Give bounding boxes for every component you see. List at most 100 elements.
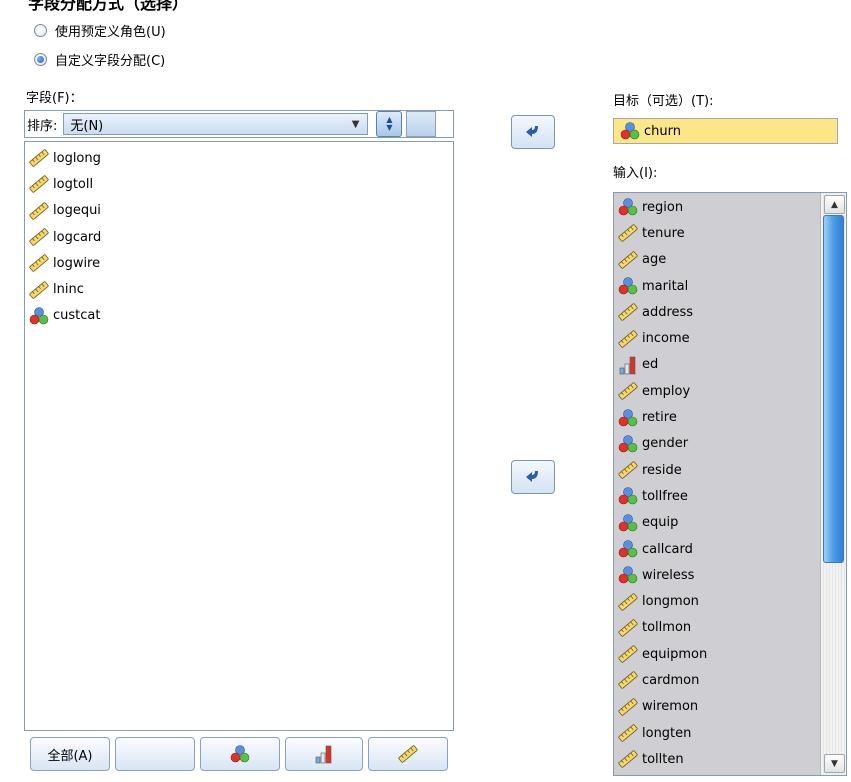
list-item[interactable]: tenure bbox=[614, 220, 846, 246]
fields-list[interactable]: loglong logtoll logequi logcard logwire lninc… bbox=[24, 141, 454, 731]
list-item[interactable]: logwire bbox=[25, 250, 453, 276]
list-item[interactable]: equipmon bbox=[614, 641, 846, 667]
field-name: gender bbox=[642, 436, 689, 452]
list-item[interactable]: income bbox=[614, 325, 846, 351]
scale-icon bbox=[29, 202, 49, 220]
move-to-target-button[interactable] bbox=[511, 115, 555, 149]
field-name: logcard bbox=[53, 229, 102, 245]
scale-icon bbox=[29, 228, 49, 246]
radio-selected-dot bbox=[37, 56, 44, 63]
list-item[interactable]: wiremon bbox=[614, 694, 846, 720]
ordinal-icon bbox=[315, 745, 332, 764]
nominal-icon bbox=[618, 408, 638, 426]
list-item[interactable]: tollfree bbox=[614, 483, 846, 509]
field-name: callcard bbox=[642, 541, 693, 557]
list-item[interactable]: equip bbox=[614, 510, 846, 536]
nominal-icon bbox=[618, 513, 638, 532]
list-item[interactable]: logequi bbox=[25, 198, 453, 224]
list-item[interactable]: callcard bbox=[614, 536, 846, 562]
scale-icon bbox=[398, 745, 418, 763]
field-name: wiremon bbox=[642, 699, 699, 715]
scale-icon bbox=[618, 224, 638, 243]
list-item[interactable]: lninc bbox=[25, 276, 453, 302]
move-to-inputs-button[interactable] bbox=[511, 460, 555, 494]
radio-label: 使用预定义角色(U) bbox=[55, 25, 166, 40]
scale-icon bbox=[618, 645, 638, 663]
fields-label: 字段(F)： bbox=[26, 91, 83, 106]
scroll-thumb[interactable] bbox=[823, 215, 844, 563]
field-name: logtoll bbox=[53, 176, 94, 192]
list-item[interactable]: wireless bbox=[614, 562, 846, 588]
list-item[interactable]: logtoll bbox=[25, 171, 453, 197]
list-item[interactable]: region bbox=[614, 194, 846, 220]
scale-icon bbox=[29, 175, 49, 194]
sort-label: 排序: bbox=[27, 118, 58, 134]
list-item[interactable]: cardmon bbox=[614, 667, 846, 693]
list-item[interactable]: reside bbox=[614, 457, 846, 483]
target-field[interactable]: churn bbox=[613, 118, 838, 144]
list-item[interactable]: longmon bbox=[614, 588, 846, 614]
field-name: marital bbox=[642, 278, 689, 294]
scale-icon bbox=[618, 698, 638, 716]
scale-icon bbox=[618, 592, 638, 611]
list-item[interactable]: tollmon bbox=[614, 615, 846, 641]
radio-custom-field-assignment[interactable]: 自定义字段分配(C) bbox=[34, 50, 165, 69]
list-item[interactable]: ed bbox=[614, 352, 846, 378]
list-item[interactable]: marital bbox=[614, 273, 846, 299]
field-name: tollten bbox=[642, 751, 684, 767]
field-name: age bbox=[642, 252, 667, 268]
list-item[interactable]: retire bbox=[614, 404, 846, 430]
field-name: retire bbox=[642, 410, 677, 426]
ordinal-icon bbox=[619, 356, 636, 375]
inputs-scrollbar[interactable]: ▲ ▼ bbox=[820, 193, 846, 775]
list-item[interactable]: age bbox=[614, 247, 846, 273]
field-name: employ bbox=[642, 383, 691, 399]
field-name: tollmon bbox=[642, 620, 692, 636]
field-name: tollfree bbox=[642, 488, 688, 504]
scale-icon bbox=[618, 619, 638, 637]
field-name: loglong bbox=[53, 150, 101, 166]
filter-ordinal-button[interactable] bbox=[285, 737, 363, 771]
list-item[interactable]: address bbox=[614, 299, 846, 325]
list-item[interactable]: longten bbox=[614, 720, 846, 746]
nominal-icon bbox=[618, 277, 638, 295]
field-name: reside bbox=[642, 462, 682, 478]
radio-circle[interactable] bbox=[34, 53, 47, 66]
filter-scale-button[interactable] bbox=[368, 737, 448, 771]
nominal-icon bbox=[618, 198, 638, 216]
nominal-icon bbox=[230, 745, 250, 763]
radio-use-predefined-roles[interactable]: 使用预定义角色(U) bbox=[34, 21, 166, 40]
sort-dropdown[interactable]: 无(N) ▼ bbox=[63, 113, 369, 135]
radio-label: 自定义字段分配(C) bbox=[55, 54, 166, 69]
list-item[interactable]: loglong bbox=[25, 145, 453, 171]
list-item[interactable]: gender bbox=[614, 431, 846, 457]
scale-icon bbox=[618, 382, 638, 400]
field-name: tenure bbox=[642, 225, 685, 241]
sort-down-icon: ▼ bbox=[386, 123, 393, 132]
scroll-down-button[interactable]: ▼ bbox=[824, 754, 845, 773]
field-name: ed bbox=[642, 357, 659, 373]
inputs-list[interactable]: region tenure age marital address income ed emp… bbox=[613, 192, 847, 776]
list-item[interactable]: employ bbox=[614, 378, 846, 404]
radio-circle[interactable] bbox=[34, 24, 47, 37]
scale-icon bbox=[618, 461, 638, 479]
sort-direction-button[interactable]: ▲ ▼ bbox=[376, 111, 403, 137]
scale-icon bbox=[29, 149, 49, 167]
nominal-icon bbox=[618, 540, 638, 558]
filter-nominal-button[interactable] bbox=[200, 737, 280, 771]
scale-icon bbox=[618, 671, 638, 690]
sort-extra-button[interactable] bbox=[406, 111, 437, 137]
list-item[interactable]: logcard bbox=[25, 224, 453, 250]
scale-icon bbox=[618, 251, 638, 269]
field-name: region bbox=[642, 199, 684, 215]
filter-blank-button[interactable] bbox=[115, 737, 195, 771]
list-item[interactable]: tollten bbox=[614, 746, 846, 772]
field-name: equip bbox=[642, 515, 679, 531]
arrow-left-icon bbox=[526, 126, 538, 137]
scroll-up-button[interactable]: ▲ bbox=[824, 195, 845, 214]
scale-icon bbox=[618, 329, 638, 348]
list-item[interactable]: custcat bbox=[25, 303, 453, 329]
nominal-icon bbox=[618, 566, 638, 584]
select-all-label: 全部(A) bbox=[47, 748, 93, 764]
select-all-button[interactable]: 全部(A) bbox=[30, 737, 110, 771]
